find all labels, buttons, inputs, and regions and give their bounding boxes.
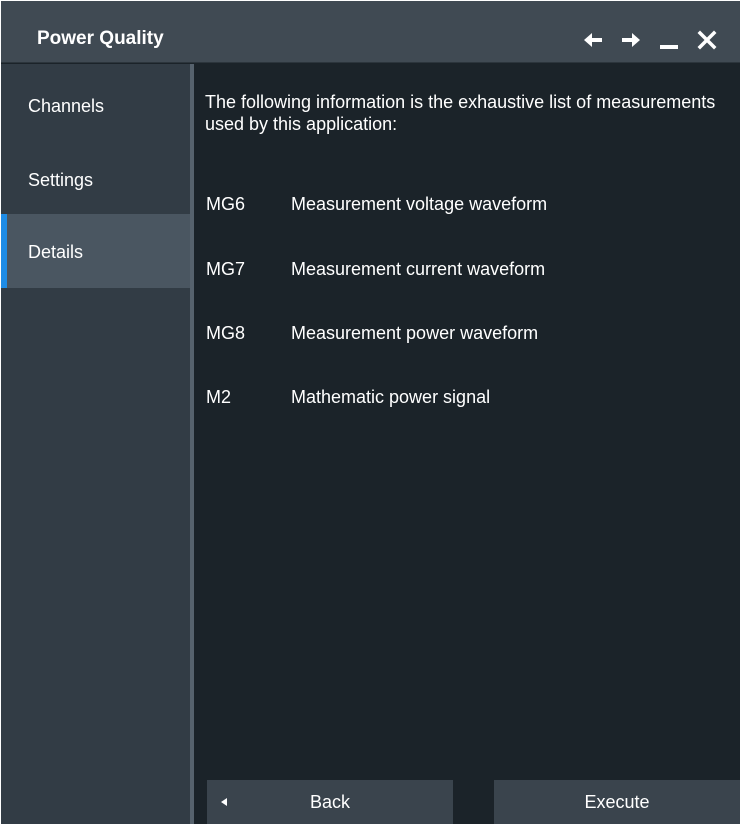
measurement-code: MG6 xyxy=(206,194,246,214)
measurement-row: MG8 Measurement power waveform xyxy=(206,322,726,346)
sidebar-item-details[interactable]: Details xyxy=(1,214,190,288)
sidebar-item-label: Details xyxy=(28,242,84,262)
sidebar-item-label: Settings xyxy=(28,170,94,190)
measurement-description: Measurement current waveform xyxy=(291,259,546,279)
measurement-code: MG8 xyxy=(206,323,246,343)
close-icon[interactable] xyxy=(696,29,718,51)
intro-text: The following information is the exhaust… xyxy=(205,92,716,134)
active-indicator xyxy=(1,214,7,288)
details-panel: The following information is the exhaust… xyxy=(194,64,740,824)
execute-button-label: Execute xyxy=(584,792,650,812)
measurement-row: M2 Mathematic power signal xyxy=(206,386,726,410)
measurement-code: M2 xyxy=(206,387,232,407)
arrow-left-icon[interactable] xyxy=(582,29,604,51)
title-bar: Power Quality xyxy=(1,1,740,63)
sidebar-item-label: Channels xyxy=(28,96,105,116)
execute-button[interactable]: Execute xyxy=(494,780,740,824)
power-quality-window: Power Quality Channels Settings Details xyxy=(1,1,740,824)
title-bar-controls xyxy=(582,26,718,54)
measurement-code: MG7 xyxy=(206,259,246,279)
measurement-row: MG7 Measurement current waveform xyxy=(206,258,726,282)
sidebar-item-channels[interactable]: Channels xyxy=(1,68,190,142)
back-button[interactable]: Back xyxy=(207,780,453,824)
window-title: Power Quality xyxy=(37,28,164,49)
sidebar-item-settings[interactable]: Settings xyxy=(1,142,190,216)
measurement-description: Measurement voltage waveform xyxy=(291,194,548,214)
measurement-row: MG6 Measurement voltage waveform xyxy=(206,193,726,217)
arrow-right-icon[interactable] xyxy=(620,29,642,51)
measurement-description: Measurement power waveform xyxy=(291,323,539,343)
back-button-label: Back xyxy=(309,792,351,812)
sidebar: Channels Settings Details xyxy=(1,64,190,824)
measurement-description: Mathematic power signal xyxy=(291,387,491,407)
triangle-left-icon xyxy=(221,798,227,806)
minimize-icon[interactable] xyxy=(658,29,680,51)
